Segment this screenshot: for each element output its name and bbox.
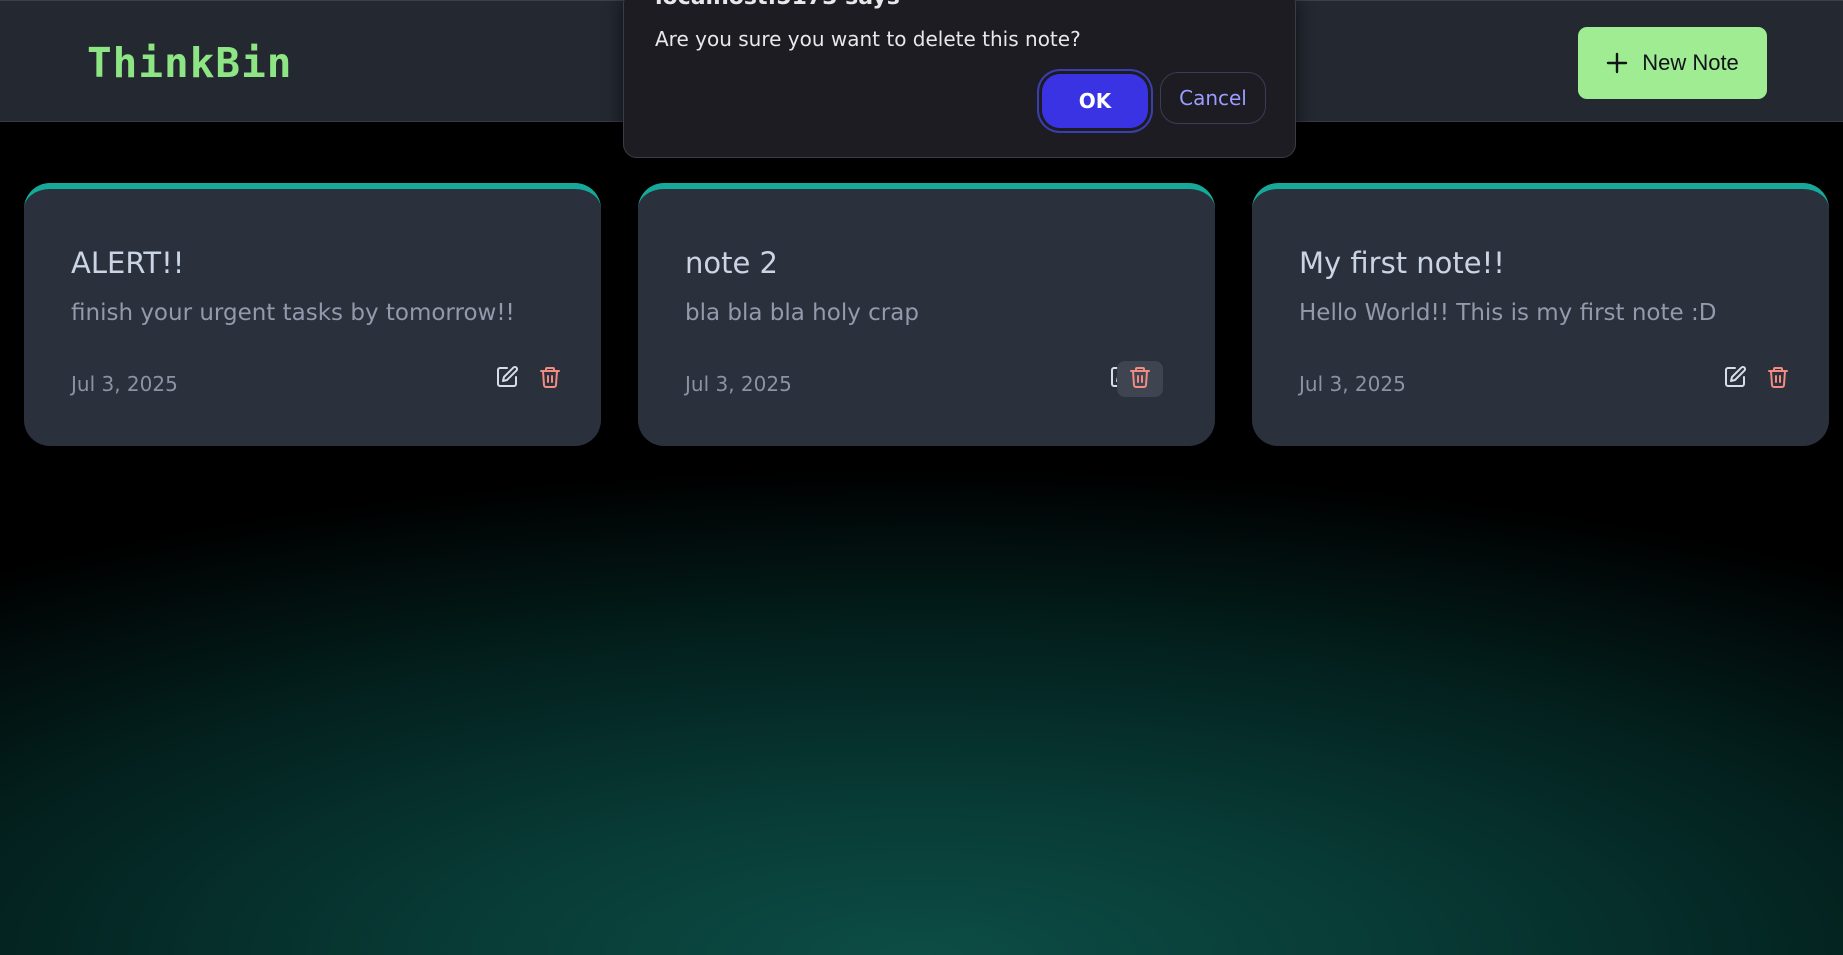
note-date: Jul 3, 2025	[685, 372, 792, 396]
delete-note-button[interactable]	[1757, 361, 1799, 397]
note-card[interactable]: My first note!! Hello World!! This is my…	[1252, 183, 1829, 446]
brand-logo[interactable]: ThinkBin	[87, 39, 292, 87]
trash-icon	[1128, 365, 1152, 394]
cancel-button[interactable]: Cancel	[1160, 72, 1266, 124]
edit-icon	[495, 365, 519, 394]
note-card[interactable]: note 2 bla bla bla holy crap Jul 3, 2025	[638, 183, 1215, 446]
edit-note-button[interactable]	[486, 361, 528, 397]
note-card[interactable]: ALERT!! finish your urgent tasks by tomo…	[24, 183, 601, 446]
edit-icon	[1723, 365, 1747, 394]
dialog-origin: localhost:5173 says	[655, 0, 900, 9]
trash-icon	[1766, 365, 1790, 394]
note-title: My first note!!	[1299, 246, 1505, 280]
ok-button[interactable]: OK	[1042, 74, 1148, 128]
delete-note-button[interactable]	[1117, 361, 1163, 397]
note-title: ALERT!!	[71, 246, 185, 280]
plus-icon	[1606, 52, 1628, 74]
note-date: Jul 3, 2025	[1299, 372, 1406, 396]
note-content: finish your urgent tasks by tomorrow!!	[71, 300, 515, 326]
new-note-label: New Note	[1642, 50, 1739, 75]
trash-icon	[538, 365, 562, 394]
note-content: bla bla bla holy crap	[685, 300, 919, 326]
note-date: Jul 3, 2025	[71, 372, 178, 396]
confirm-dialog: localhost:5173 says Are you sure you wan…	[623, 0, 1296, 158]
delete-note-button[interactable]	[529, 361, 571, 397]
dialog-message: Are you sure you want to delete this not…	[655, 27, 1081, 51]
new-note-button[interactable]: New Note	[1578, 27, 1767, 99]
note-content: Hello World!! This is my first note :D	[1299, 300, 1717, 326]
edit-note-button[interactable]	[1714, 361, 1756, 397]
note-title: note 2	[685, 246, 779, 280]
